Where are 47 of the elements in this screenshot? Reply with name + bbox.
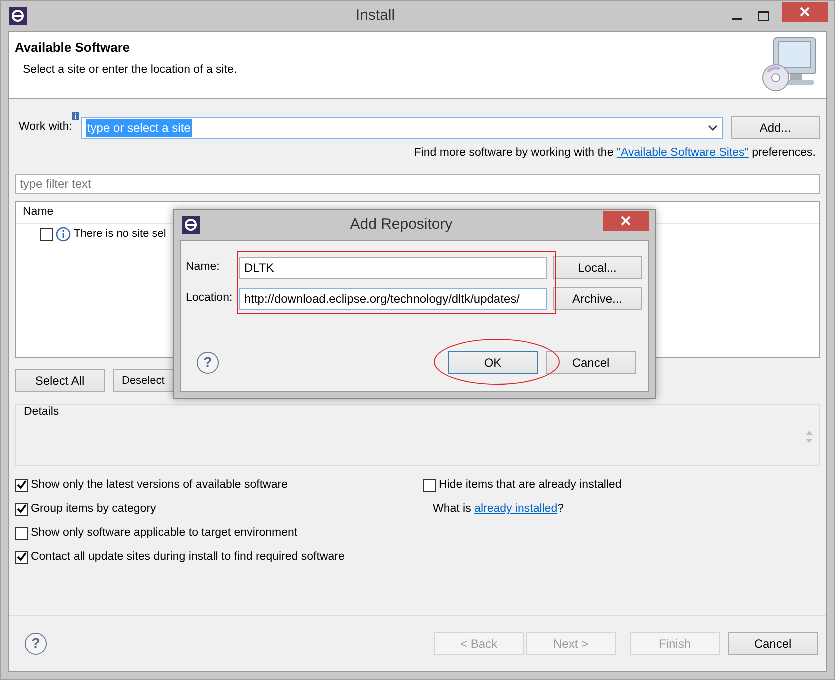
checkbox[interactable] [15, 550, 28, 564]
name-field[interactable]: DLTK [239, 256, 548, 278]
help-icon[interactable]: ? [25, 632, 47, 654]
close-button[interactable] [603, 211, 649, 231]
computer-cd-drawing [760, 36, 818, 94]
column-header: Name [23, 205, 54, 220]
checkbox[interactable] [15, 502, 28, 516]
scroll-arrows-icon [806, 431, 813, 444]
work-with-label: Work with: [19, 120, 72, 135]
checkbox[interactable] [15, 478, 28, 492]
available-software-sites-link[interactable]: "Available Software Sites" [616, 147, 749, 159]
dropdown-caret-icon[interactable] [708, 124, 718, 130]
close-icon [800, 7, 810, 17]
option-label: Show only software applicable to target environment [31, 526, 298, 541]
details-label: Details [24, 405, 60, 420]
help-icon[interactable]: ? [197, 352, 219, 374]
field-label: Name: [186, 260, 221, 275]
info-icon [72, 112, 80, 120]
cancel-button[interactable]: Cancel [728, 632, 818, 655]
option-label: Group items by category [31, 502, 156, 517]
checkbox[interactable] [15, 526, 28, 540]
option-label: Show only the latest versions of available software [31, 478, 288, 493]
option-label: Contact all update sites during install to find required software [31, 550, 345, 565]
close-icon [621, 216, 631, 226]
checkbox[interactable] [40, 228, 53, 241]
dialog-title: Add Repository [349, 214, 454, 235]
cancel-button[interactable]: Cancel [546, 351, 636, 374]
ok-button[interactable]: OK [448, 351, 538, 374]
checkbox[interactable] [423, 478, 436, 492]
add-button[interactable]: Add... [731, 116, 820, 139]
window-title: Install [354, 6, 396, 26]
close-button[interactable] [782, 2, 828, 22]
page-subtitle: Select a site or enter the location of a site. [22, 62, 238, 78]
page-title: Available Software [15, 40, 132, 56]
location-field[interactable]: http://download.eclipse.org/technology/dltk/updates/ [239, 288, 548, 310]
local-button[interactable]: Local... [553, 256, 642, 279]
find-more-text: Find more software by working with the "Available Software Sites" preferences. [413, 146, 817, 161]
info-icon [56, 226, 71, 242]
what-is-text: What is already installed? [432, 502, 566, 518]
option-label: Hide items that are already installed [439, 478, 622, 493]
site-text: type or select a site [86, 118, 192, 136]
table-cell-text: There is no site sel [74, 227, 166, 242]
already-installed-link[interactable]: already installed [474, 503, 558, 516]
archive-button[interactable]: Archive... [553, 287, 642, 310]
field-label: Location: [186, 290, 234, 306]
select-all-button[interactable]: Select All [15, 369, 105, 392]
filter-field[interactable]: type filter text [15, 174, 820, 194]
